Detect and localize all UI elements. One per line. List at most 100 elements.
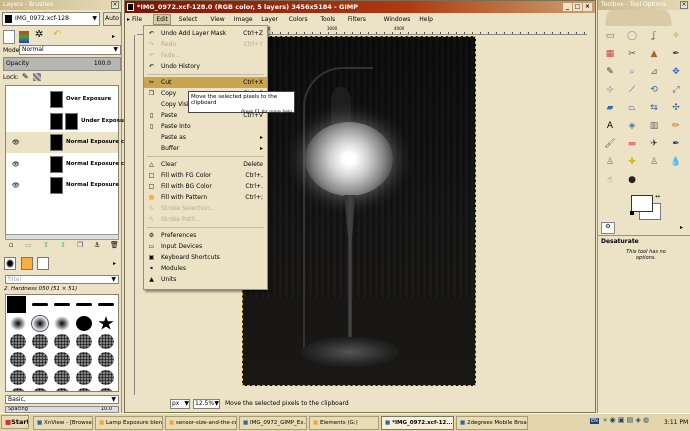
brush-item[interactable] <box>54 334 70 349</box>
minimize-icon[interactable]: _ <box>563 3 572 11</box>
brush-item[interactable] <box>10 370 26 385</box>
menu-image[interactable]: Image <box>232 14 255 25</box>
blend-tool-icon[interactable]: ▥ <box>648 120 660 132</box>
brush-item[interactable] <box>54 316 70 331</box>
paths-tab-icon[interactable]: ✲ <box>35 29 43 40</box>
zoom-tool-icon[interactable]: ⌕ <box>626 66 638 78</box>
menu-item-undo-add-layer-mask[interactable]: ↶ Undo Add Layer Mask Ctrl+Z <box>144 28 267 39</box>
mode-select[interactable]: Normal ▼ <box>19 45 121 55</box>
flip-tool-icon[interactable]: ⇆ <box>648 102 660 114</box>
menu-item-units[interactable]: ▲ Units <box>144 274 267 285</box>
delete-layer-icon[interactable]: 🗑 <box>110 241 119 249</box>
dodge-burn-tool-icon[interactable]: ● <box>626 174 638 186</box>
brushes-tab-icon[interactable] <box>4 257 16 270</box>
spacing-slider[interactable]: Spacing 10.0 <box>5 406 119 413</box>
raise-layer-icon[interactable]: ⇧ <box>43 241 49 249</box>
align-tool-icon[interactable]: ⊹ <box>604 84 616 96</box>
blur-tool-icon[interactable]: 💧 <box>670 156 682 168</box>
menu-colors[interactable]: Colors <box>287 14 310 25</box>
perspective-tool-icon[interactable]: ⏢ <box>626 102 638 114</box>
foreground-color-swatch[interactable] <box>631 195 653 212</box>
lock-alpha-icon[interactable] <box>33 73 41 81</box>
default-colors-icon[interactable] <box>630 211 634 215</box>
rect-select-tool-icon[interactable]: ▭ <box>604 30 616 42</box>
brush-item[interactable] <box>10 388 26 391</box>
eye-visibility-icon[interactable]: 👁 <box>12 161 20 168</box>
menu-item-redo[interactable]: ↷ Redo Ctrl+Y <box>144 39 267 50</box>
zoom-select[interactable]: 12.5% ▼ <box>193 399 220 409</box>
auto-button[interactable]: Auto <box>103 12 121 26</box>
taskbar-item[interactable]: ■ XnView - [Browser - C... <box>33 416 93 430</box>
menu-item-cut[interactable]: ✂ Cut Ctrl+X <box>144 77 267 88</box>
swap-colors-icon[interactable]: ↔ <box>655 193 660 200</box>
layer-row[interactable]: Over Exposure <box>6 89 118 110</box>
brush-item[interactable] <box>76 303 92 306</box>
anchor-layer-icon[interactable]: ⚓ <box>94 241 100 249</box>
menu-select[interactable]: Select <box>177 14 200 25</box>
perspective-clone-tool-icon[interactable]: ♙ <box>648 156 660 168</box>
taskbar-item[interactable]: ■ 2degrees Mobile Broa... <box>456 416 528 430</box>
image-canvas[interactable] <box>242 36 476 386</box>
taskbar-item[interactable]: ■ IMG_0972_GIMP_Ex... <box>239 416 307 430</box>
brush-item[interactable] <box>98 316 114 330</box>
pencil-tool-icon[interactable]: ✏ <box>670 120 682 132</box>
brush-item[interactable] <box>32 388 48 391</box>
foreground-select-tool-icon[interactable]: ▲ <box>648 48 660 60</box>
brush-item[interactable] <box>7 296 26 313</box>
menu-item-clear[interactable]: △ Clear Delete <box>144 159 267 170</box>
patterns-tab-icon[interactable] <box>21 257 33 270</box>
menu-item-buffer[interactable]: Buffer ▸ <box>144 143 267 154</box>
tab-menu-icon[interactable]: ▸ <box>113 260 116 267</box>
brush-item[interactable] <box>76 316 92 331</box>
menu-file[interactable]: File <box>130 14 144 25</box>
airbrush-tool-icon[interactable]: ✈ <box>648 138 660 150</box>
eye-visibility-icon[interactable]: 👁 <box>12 139 20 146</box>
fuzzy-select-tool-icon[interactable]: ✧ <box>670 30 682 42</box>
paths-tool-icon[interactable]: ✒ <box>670 48 682 60</box>
brush-item[interactable] <box>76 370 92 385</box>
ink-tool-icon[interactable]: ✒ <box>670 138 682 150</box>
menu-edit[interactable]: Edit <box>153 14 172 25</box>
color-picker-tool-icon[interactable]: ✎ <box>604 66 616 78</box>
brush-item[interactable] <box>98 303 114 306</box>
brush-item[interactable] <box>76 334 92 349</box>
brush-filter-input[interactable]: filter ▼ <box>5 275 119 284</box>
eraser-tool-icon[interactable]: ▬ <box>626 138 638 150</box>
brush-set-select[interactable]: Basic, ▼ <box>5 395 119 404</box>
layers-scrollbar[interactable] <box>5 234 119 240</box>
brush-item[interactable] <box>32 303 48 306</box>
tool-options-tab-icon[interactable]: ⚙ <box>601 222 615 234</box>
opacity-slider[interactable]: Opacity 100.0 <box>3 57 121 71</box>
menu-windows[interactable]: Windows <box>382 14 413 25</box>
menu-item-fill-with-bg-color[interactable]: □ Fill with BG Color Ctrl+. <box>144 181 267 192</box>
brush-grid[interactable] <box>5 294 119 392</box>
new-layer-icon[interactable]: ▫ <box>9 241 14 249</box>
color-select-tool-icon[interactable]: ▦ <box>604 48 616 60</box>
menu-item-paste-into[interactable]: ▯ Paste Into <box>144 121 267 132</box>
crop-tool-icon[interactable]: ⟋ <box>626 84 638 96</box>
ellipse-select-tool-icon[interactable]: ◯ <box>626 30 638 42</box>
brush-item[interactable] <box>32 352 48 367</box>
menu-item-fill-with-fg-color[interactable]: □ Fill with FG Color Ctrl+, <box>144 170 267 181</box>
menu-item-stroke-selection[interactable]: ✎ Stroke Selection... <box>144 203 267 214</box>
unit-select[interactable]: px ▼ <box>170 399 190 409</box>
close-icon[interactable]: × <box>583 3 592 11</box>
gradients-tab-icon[interactable] <box>37 257 49 270</box>
image-select[interactable]: IMG_0972.xcf-128 ▼ <box>2 12 100 26</box>
menu-view[interactable]: View <box>208 14 226 25</box>
brush-item[interactable] <box>54 370 70 385</box>
duplicate-layer-icon[interactable]: ❐ <box>77 241 83 249</box>
text-tool-icon[interactable]: A <box>604 120 616 132</box>
tab-menu-icon[interactable]: ▸ <box>112 33 115 40</box>
brush-item[interactable] <box>76 388 92 391</box>
new-group-icon[interactable]: ▭ <box>25 241 32 249</box>
menu-help[interactable]: Help <box>417 14 435 25</box>
menu-layer[interactable]: Layer <box>259 14 280 25</box>
taskbar-item[interactable]: ■ Elements (G:) <box>309 416 379 430</box>
menu-item-keyboard-shortcuts[interactable]: ▣ Keyboard Shortcuts <box>144 252 267 263</box>
lock-pixels-icon[interactable]: ✎ <box>22 72 29 81</box>
tab-menu-icon[interactable]: ▸ <box>680 224 683 231</box>
taskbar-item[interactable]: ■ sensor-size-and-the-cr... <box>165 416 237 430</box>
brush-item[interactable] <box>98 370 114 385</box>
brush-item[interactable] <box>32 370 48 385</box>
